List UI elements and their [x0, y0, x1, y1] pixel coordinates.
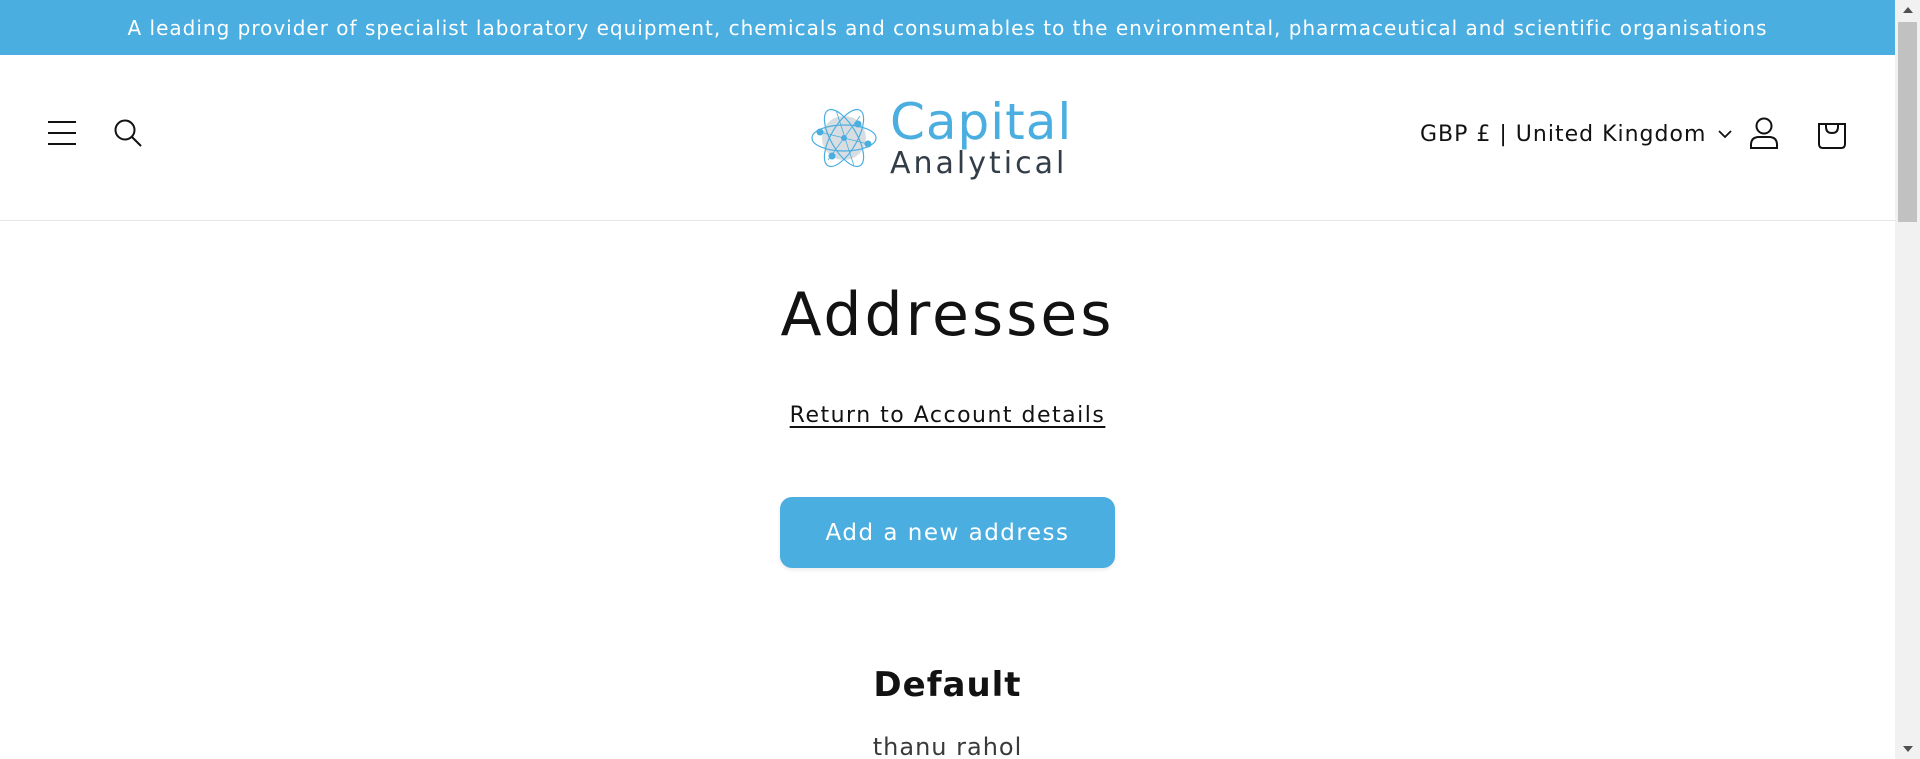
logo-line-1: Capital	[890, 93, 1073, 151]
address-name: thanu rahol	[872, 733, 1023, 759]
scroll-thumb[interactable]	[1898, 22, 1917, 222]
account-button[interactable]	[1742, 111, 1786, 155]
search-icon	[114, 119, 142, 147]
scroll-up-arrow-icon	[1902, 7, 1913, 13]
menu-button[interactable]	[40, 111, 84, 155]
announcement-text: A leading provider of specialist laborat…	[127, 15, 1768, 40]
add-address-button[interactable]: Add a new address	[780, 497, 1115, 568]
chevron-down-icon	[1718, 129, 1733, 138]
page: A leading provider of specialist laborat…	[0, 0, 1895, 759]
default-address-heading: Default	[873, 665, 1022, 705]
site-header: Capital Analytical GBP £ | United Kingdo…	[0, 55, 1895, 221]
atom-logo-icon	[811, 108, 877, 168]
scroll-down-button[interactable]	[1895, 739, 1920, 759]
announcement-bar: A leading provider of specialist laborat…	[0, 0, 1895, 55]
return-to-account-link[interactable]: Return to Account details	[790, 403, 1106, 428]
scroll-up-button[interactable]	[1895, 0, 1920, 20]
logo-line-2: Analytical	[890, 146, 1068, 181]
menu-icon	[48, 121, 76, 145]
logo-text: Capital Analytical	[890, 97, 1072, 179]
currency-selector[interactable]: GBP £ | United Kingdom	[1420, 117, 1733, 151]
return-link-wrapper: Return to Account details	[0, 403, 1895, 428]
cart-icon	[1818, 123, 1846, 149]
currency-label: GBP £ | United Kingdom	[1420, 121, 1707, 147]
search-button[interactable]	[106, 111, 150, 155]
cart-button[interactable]	[1810, 111, 1854, 155]
page-scrollbar[interactable]	[1895, 0, 1920, 759]
scroll-down-arrow-icon	[1902, 746, 1913, 752]
account-icon	[1750, 117, 1778, 149]
site-logo[interactable]: Capital Analytical	[810, 93, 1090, 183]
page-title: Addresses	[780, 280, 1115, 350]
